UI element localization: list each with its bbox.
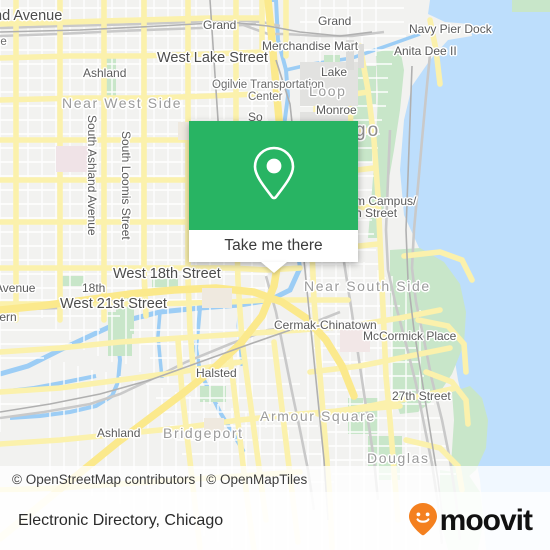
map-attribution-bar: © OpenStreetMap contributors | © OpenMap… <box>0 466 550 492</box>
take-me-there-button[interactable]: Take me there <box>189 230 358 262</box>
moovit-wordmark: moovit <box>439 504 533 537</box>
take-me-there-popup[interactable]: Take me there <box>189 121 358 273</box>
moovit-map-page: nd AvenueueGrandGrandNavy Pier DockMerch… <box>0 0 550 550</box>
location-pin-icon <box>247 142 301 209</box>
popup-image-area <box>189 121 358 230</box>
page-footer: Electronic Directory, Chicago moovit <box>0 492 550 550</box>
moovit-logo[interactable]: moovit <box>408 502 533 541</box>
attribution-text[interactable]: © OpenStreetMap contributors | © OpenMap… <box>0 472 307 487</box>
moovit-smiley-pin-icon <box>408 502 438 541</box>
take-me-there-label: Take me there <box>224 237 323 254</box>
footer-title: Electronic Directory, Chicago <box>18 512 224 529</box>
popup-pointer <box>260 262 287 273</box>
